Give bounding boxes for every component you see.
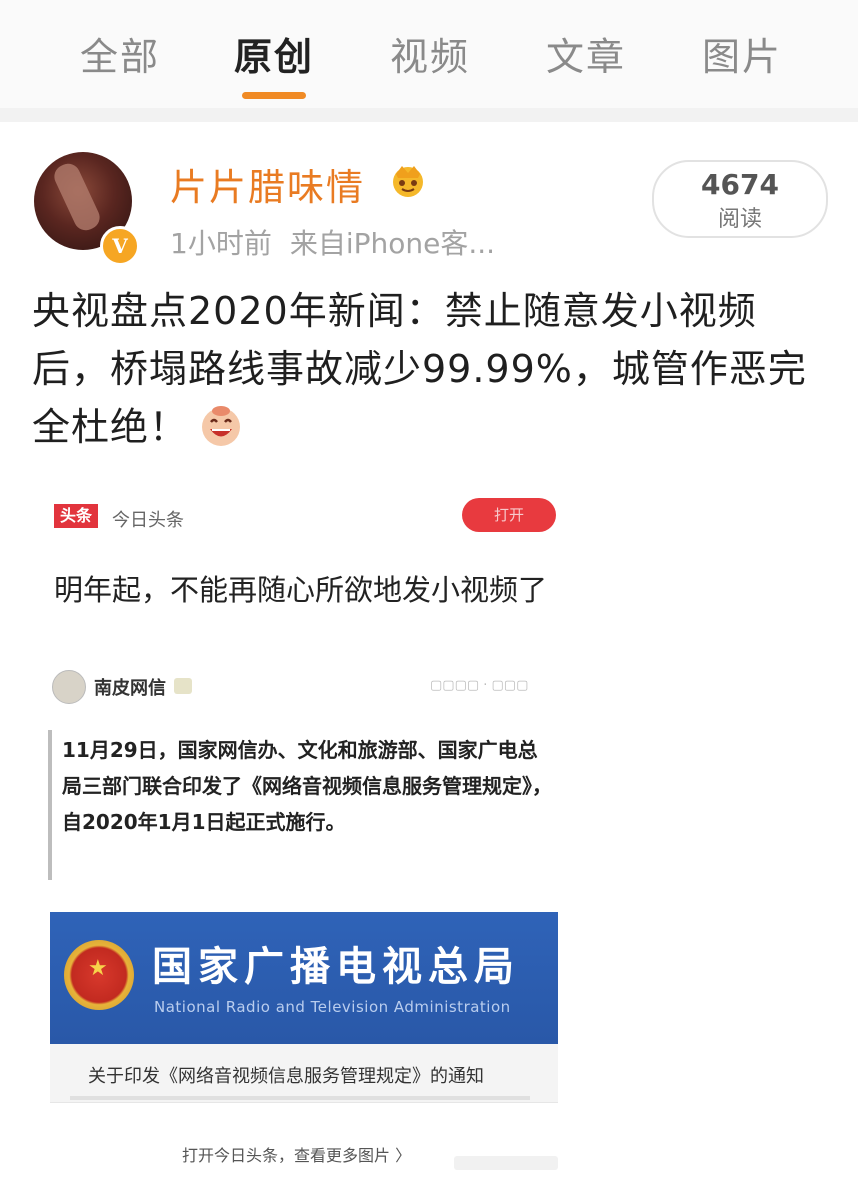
section-divider [0, 108, 858, 122]
read-count-badge: 4674 阅读 [652, 160, 828, 238]
banner-title-cn: 国家广播电视总局 [152, 944, 520, 990]
source-name: 今日头条 [112, 510, 184, 531]
national-emblem-icon: ★ [64, 940, 134, 1010]
tab-video[interactable]: 视频 [390, 26, 470, 81]
author-avatar [52, 670, 86, 704]
article-title: 明年起，不能再随心所欲地发小视频了 [54, 573, 548, 607]
tab-all[interactable]: 全部 [80, 26, 160, 81]
active-tab-indicator [242, 92, 306, 99]
tab-image[interactable]: 图片 [702, 26, 782, 81]
article-meta-blurred: ▢▢▢▢ · ▢▢▢ [430, 678, 529, 693]
post-time: 1小时前 [170, 227, 272, 260]
tab-original[interactable]: 原创 [234, 26, 314, 81]
nrta-banner: ★ 国家广播电视总局 National Radio and Television… [50, 912, 558, 1044]
member-crown-icon [393, 166, 423, 197]
watermark [454, 1156, 558, 1170]
post-meta: 1小时前 来自iPhone客... [170, 222, 495, 262]
grin-emoji-icon [202, 406, 241, 446]
article-quote: 11月29日，国家网信办、文化和旅游部、国家广电总局三部门联合印发了《网络音视频… [62, 738, 552, 834]
read-count: 4674 [701, 168, 779, 201]
post-body: 央视盘点2020年新闻：禁止随意发小视频后，桥塌路线事故减少99.99%，城管作… [32, 289, 807, 449]
read-label: 阅读 [717, 207, 762, 232]
open-app-button[interactable]: 打开 [462, 498, 556, 532]
verified-badge-icon: V [100, 226, 140, 266]
author-level-icon [174, 678, 192, 694]
post-source[interactable]: 来自iPhone客... [290, 227, 495, 260]
notice-blurred-line [70, 1096, 530, 1100]
username[interactable]: 片片腊味情 [170, 157, 365, 211]
banner-title-en: National Radio and Television Administra… [154, 998, 511, 1016]
avatar-image-detail [50, 159, 104, 235]
author-name: 南皮网信 [94, 678, 166, 699]
quote-bar [48, 730, 52, 880]
content-tab-bar: 全部 原创 视频 文章 图片 [0, 0, 858, 109]
post-text: 央视盘点2020年新闻：禁止随意发小视频后，桥塌路线事故减少99.99%，城管作… [32, 282, 822, 456]
notice-row: 关于印发《网络音视频信息服务管理规定》的通知 [50, 1044, 558, 1103]
notice-title: 关于印发《网络音视频信息服务管理规定》的通知 [88, 1066, 484, 1087]
tab-article[interactable]: 文章 [546, 26, 626, 81]
embedded-article-image[interactable]: 头条 今日头条 打开 明年起，不能再随心所欲地发小视频了 南皮网信 ▢▢▢▢ ·… [42, 478, 558, 1184]
toutiao-logo: 头条 [54, 504, 98, 528]
open-toutiao-more-link[interactable]: 打开今日头条，查看更多图片 〉 [182, 1142, 411, 1166]
